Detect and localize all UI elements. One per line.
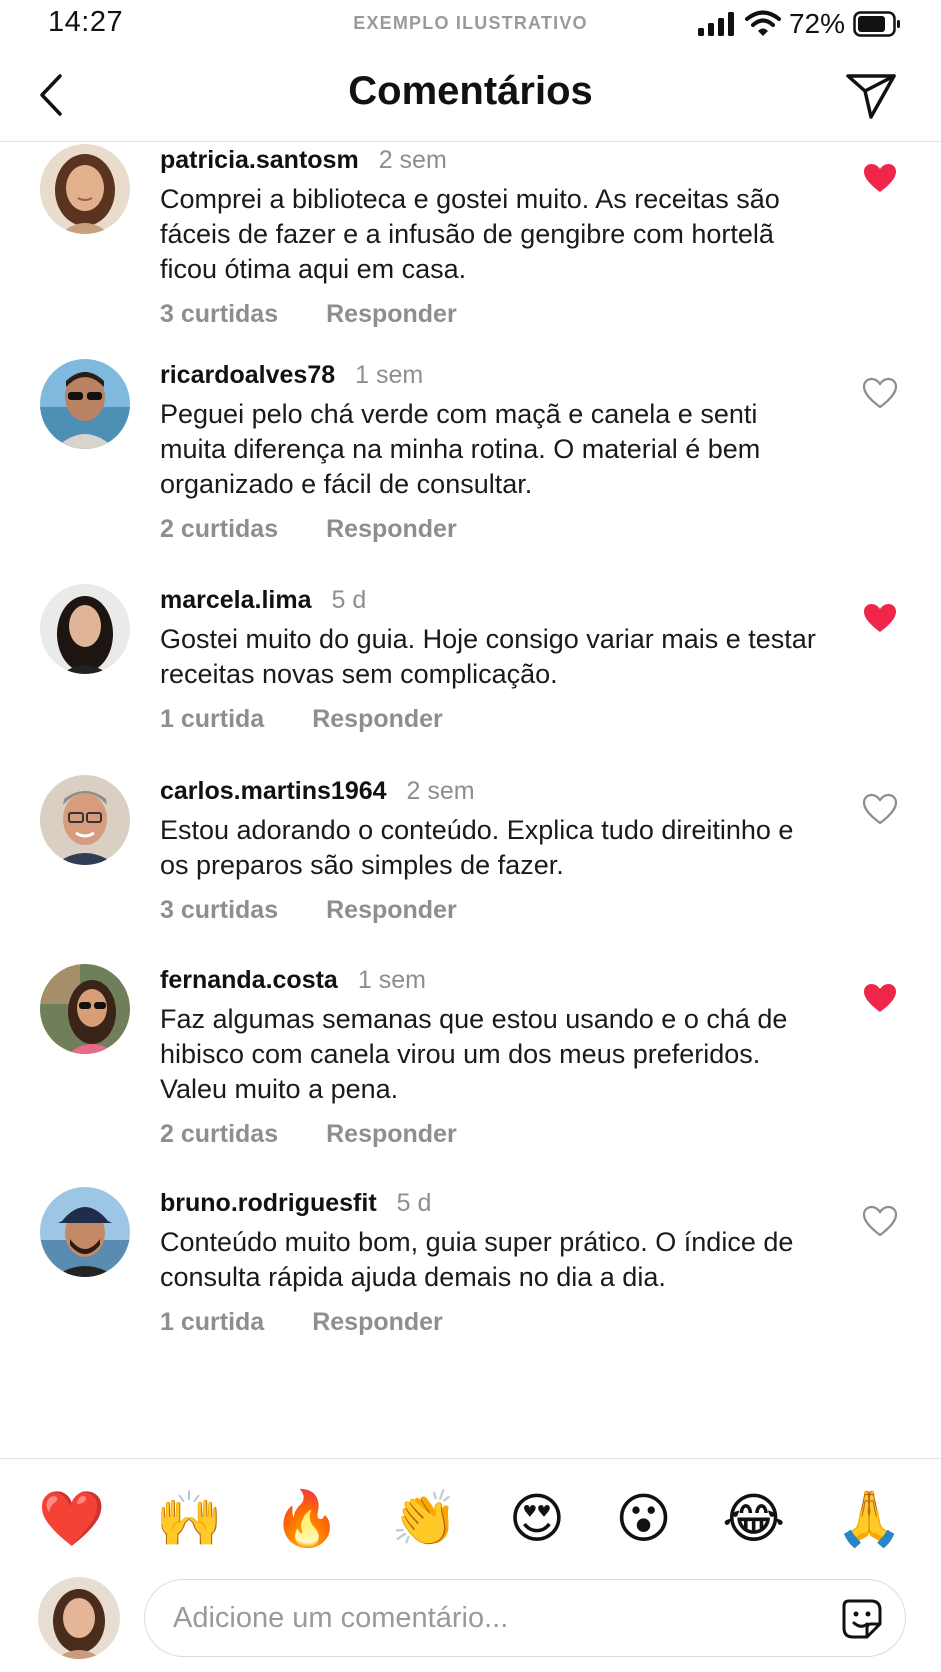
reply-button[interactable]: Responder [326, 1120, 457, 1149]
comment-text: Comprei a biblioteca e gostei muito. As … [160, 184, 780, 284]
comment-text: Faz algumas semanas que estou usando e o… [160, 1004, 788, 1104]
reply-button[interactable]: Responder [326, 300, 457, 329]
comment-text: Conteúdo muito bom, guia super prático. … [160, 1227, 794, 1292]
likes-count-link[interactable]: 3 curtidas [160, 896, 278, 925]
comment-time: 5 d [331, 586, 367, 614]
comment-username[interactable]: fernanda.costa [160, 966, 338, 995]
signal-icon [697, 12, 734, 36]
sticker-smile-icon [842, 1599, 882, 1639]
like-button[interactable] [859, 158, 901, 198]
avatar[interactable] [40, 584, 130, 674]
emoji-heart-button[interactable]: ❤️ [38, 1487, 105, 1551]
comment-username[interactable]: carlos.martins1964 [160, 777, 387, 806]
comment-composer-area: ❤️ 🙌 🔥 👏 😍 😮 😂 🙏 [0, 1458, 941, 1672]
heart-outline-icon [862, 377, 898, 409]
avatar[interactable] [40, 964, 130, 1054]
comment-time: 1 sem [355, 361, 424, 389]
like-button[interactable] [859, 978, 901, 1018]
avatar[interactable] [40, 775, 130, 865]
emoji-clapping-button[interactable]: 👏 [391, 1487, 458, 1551]
comment-time: 1 sem [357, 966, 426, 994]
comment-text: Gostei muito do guia. Hoje consigo varia… [160, 624, 816, 689]
heart-outline-icon [862, 793, 898, 825]
comment-body: ricardoalves78 1 sem Peguei pelo chá ver… [160, 361, 820, 544]
comment-username[interactable]: bruno.rodriguesfit [160, 1189, 377, 1218]
wifi-icon [744, 10, 781, 36]
comment-body: marcela.lima 5 d Gostei muito do guia. H… [160, 586, 820, 734]
current-user-avatar [38, 1577, 120, 1659]
comment-username[interactable]: ricardoalves78 [160, 361, 335, 390]
comment-body: fernanda.costa 1 sem Faz algumas semanas… [160, 966, 820, 1149]
comment-body: carlos.martins1964 2 sem Estou adorando … [160, 777, 820, 925]
comment-text: Peguei pelo chá verde com maçã e canela … [160, 399, 761, 499]
comment-username[interactable]: marcela.lima [160, 586, 312, 615]
comment-time: 5 d [396, 1189, 432, 1217]
reply-button[interactable]: Responder [312, 705, 443, 734]
comment-input[interactable] [173, 1580, 813, 1656]
reply-button[interactable]: Responder [326, 515, 457, 544]
emoji-surprised-button[interactable]: 😮 [615, 1487, 671, 1551]
heart-outline-icon [862, 1205, 898, 1237]
share-button[interactable] [843, 70, 899, 122]
emoji-fire-button[interactable]: 🔥 [273, 1487, 340, 1551]
avatar[interactable] [40, 1187, 130, 1277]
comment-time: 2 sem [406, 777, 475, 805]
page-title: Comentários [348, 69, 593, 113]
likes-count-link[interactable]: 2 curtidas [160, 1120, 278, 1149]
paper-plane-icon [846, 74, 896, 119]
comment-input-box [144, 1579, 906, 1657]
comment-body: bruno.rodriguesfit 5 d Conteúdo muito bo… [160, 1189, 820, 1337]
battery-icon [853, 11, 900, 37]
like-button[interactable] [859, 789, 901, 829]
composer-row [0, 1577, 941, 1663]
heart-filled-icon [864, 164, 896, 192]
comments-header: Comentários [0, 50, 941, 142]
avatar[interactable] [40, 144, 130, 234]
likes-count-link[interactable]: 1 curtida [160, 705, 264, 734]
status-bar: 14:27 EXEMPLO ILUSTRATIVO 72% [0, 0, 941, 46]
like-button[interactable] [859, 598, 901, 638]
likes-count-link[interactable]: 1 curtida [160, 1308, 264, 1337]
emoji-heart-eyes-button[interactable]: 😍 [509, 1487, 565, 1551]
comments-list[interactable]: patricia.santosm 2 sem Comprei a bibliot… [0, 142, 941, 1458]
heart-filled-icon [864, 984, 896, 1012]
heart-filled-icon [864, 604, 896, 632]
emoji-quick-bar: ❤️ 🙌 🔥 👏 😍 😮 😂 🙏 [38, 1487, 903, 1551]
emoji-tears-of-joy-button[interactable]: 😂 [722, 1487, 785, 1551]
reply-button[interactable]: Responder [312, 1308, 443, 1337]
comment-time: 2 sem [378, 146, 447, 174]
comment-body: patricia.santosm 2 sem Comprei a bibliot… [160, 146, 820, 329]
sticker-button[interactable] [841, 1598, 883, 1640]
likes-count-link[interactable]: 2 curtidas [160, 515, 278, 544]
reply-button[interactable]: Responder [326, 896, 457, 925]
comment-text: Estou adorando o conteúdo. Explica tudo … [160, 815, 794, 880]
battery-percentage: 72% [788, 8, 845, 39]
like-button[interactable] [859, 1201, 901, 1241]
likes-count-link[interactable]: 3 curtidas [160, 300, 278, 329]
comment-username[interactable]: patricia.santosm [160, 146, 359, 175]
status-indicators: 72% [697, 8, 901, 40]
like-button[interactable] [859, 373, 901, 413]
emoji-raising-hands-button[interactable]: 🙌 [156, 1487, 223, 1551]
avatar[interactable] [40, 359, 130, 449]
emoji-folded-hands-button[interactable]: 🙏 [836, 1487, 903, 1551]
